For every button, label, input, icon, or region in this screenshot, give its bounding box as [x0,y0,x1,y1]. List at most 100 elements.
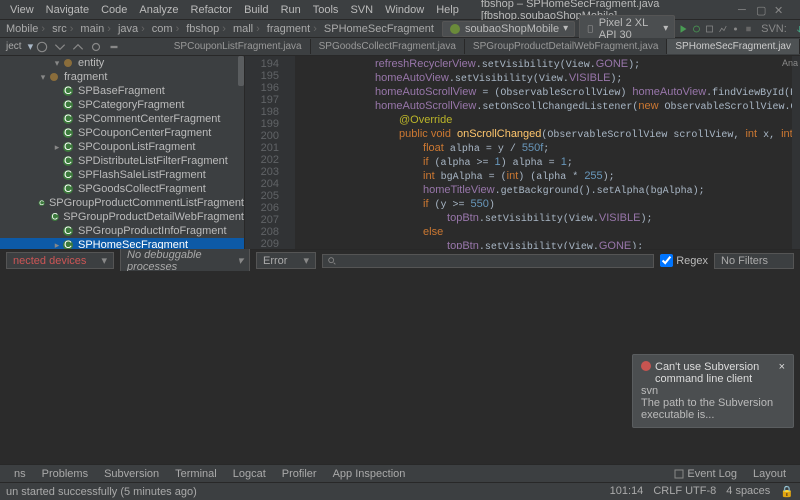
menu-window[interactable]: Window [379,4,430,16]
tree-node[interactable]: CSPCategoryFragment [0,98,244,112]
class-icon: C [62,183,74,195]
coverage-icon[interactable] [705,23,714,35]
project-tool-label[interactable]: ject [0,41,28,52]
svg-text:C: C [64,85,72,97]
attach-icon[interactable] [731,23,740,35]
editor-tab[interactable]: SPGroupProductDetailWebFragment.java [465,39,667,54]
notification-toast[interactable]: Can't use Subversion command line client… [632,354,794,428]
filter-select[interactable]: No Filters [714,253,794,269]
tree-node[interactable]: CSPGroupProductInfoFragment [0,224,244,238]
tool-tab-logcat[interactable]: Logcat [225,468,274,480]
chevron-icon[interactable]: ▾ [52,58,62,69]
tool-tab-ns[interactable]: ns [6,468,34,480]
breadcrumb-item[interactable]: java [116,23,150,35]
menu-navigate[interactable]: Navigate [40,4,95,16]
hide-icon[interactable] [107,40,121,54]
tree-node[interactable]: CSPCouponCenterFragment [0,126,244,140]
menu-svn[interactable]: SVN [344,4,379,16]
chevron-icon[interactable]: ▾ [38,72,48,83]
tree-node[interactable]: ▸CSPHomeSecFragment [0,238,244,249]
gear-icon[interactable] [89,40,103,54]
tree-node[interactable]: ▾entity [0,56,244,70]
run-icon[interactable] [679,23,688,35]
debug-icon[interactable] [692,23,701,35]
tree-node[interactable]: CSPFlashSaleListFragment [0,168,244,182]
menu-tools[interactable]: Tools [307,4,345,16]
menu-view[interactable]: View [4,4,40,16]
breadcrumb-item[interactable]: main [78,23,116,35]
tree-node[interactable]: CSPGroupProductDetailWebFragment [0,210,244,224]
logcat-console[interactable]: Can't use Subversion command line client… [0,271,800,464]
tree-scrollbar[interactable] [238,56,244,86]
tree-node[interactable]: CSPDistributeListFilterFragment [0,154,244,168]
select-open-icon[interactable] [35,40,49,54]
breadcrumb-item[interactable]: com [150,23,184,35]
indent-indicator[interactable]: 4 spaces [726,485,770,498]
tree-node[interactable]: CSPCommentCenterFragment [0,112,244,126]
error-stripe[interactable] [792,56,800,249]
tree-node[interactable]: ▸C SPCouponListFragment [0,140,244,154]
regex-checkbox[interactable]: Regex [660,254,708,267]
breadcrumb-item[interactable]: Mobile [4,23,50,35]
menu-build[interactable]: Build [238,4,274,16]
bottom-tool-tabs: nsProblemsSubversionTerminalLogcatProfil… [0,464,800,482]
code-area[interactable]: refreshRecyclerView.setVisibility(View.G… [295,56,792,249]
tree-node[interactable]: CSPGroupProductCommentListFragment [0,196,244,210]
logcat-search[interactable] [322,254,654,268]
toolbar-row: ject▾ SPCouponListFragment.javaSPGoodsCo… [0,38,800,56]
tree-label: SPBaseFragment [78,85,165,97]
class-icon: C [62,155,74,167]
menu-refactor[interactable]: Refactor [185,4,239,16]
tool-tab-subversion[interactable]: Subversion [96,468,167,480]
menu-run[interactable]: Run [275,4,307,16]
collapse-icon[interactable] [71,40,85,54]
tree-node[interactable]: C SPGoodsCollectFragment [0,182,244,196]
code-editor[interactable]: 1941951961971981992002012022032042052062… [245,56,800,249]
breadcrumb-item[interactable]: SPHomeSecFragment [322,23,442,35]
device-label: Pixel 2 XL API 30 [599,17,659,41]
svg-text:C: C [64,141,72,153]
fold-column[interactable] [285,56,295,249]
toast-body: The path to the Subversion executable is… [641,397,785,421]
tree-label: SPCouponListFragment [78,141,195,153]
menu-code[interactable]: Code [95,4,133,16]
tree-label: SPGoodsCollectFragment [78,183,206,195]
run-config-dropdown[interactable]: soubaoShopMobile ▾ [442,21,575,37]
editor-tab[interactable]: SPGoodsCollectFragment.java [311,39,465,54]
tool-tab-app-inspection[interactable]: App Inspection [325,468,414,480]
analysis-indicator[interactable]: Ana [782,58,798,68]
phone-icon [586,23,595,35]
layout-inspector-tab[interactable]: Layout [745,468,794,480]
level-select[interactable]: Error▾ [256,252,316,269]
toast-close-icon[interactable]: × [779,361,785,385]
svn-label: SVN: [761,23,787,35]
svn-update-icon[interactable] [795,23,800,35]
cursor-position[interactable]: 101:14 [610,485,644,498]
tool-tab-profiler[interactable]: Profiler [274,468,325,480]
chevron-icon[interactable]: ▸ [52,142,62,153]
project-tree[interactable]: ▾entity▾fragmentCSPBaseFragmentCSPCatego… [0,56,245,249]
stop-icon[interactable] [744,23,753,35]
chevron-icon[interactable]: ▸ [52,240,62,250]
profile-icon[interactable] [718,23,727,35]
breadcrumb-item[interactable]: fragment [265,23,322,35]
encoding-indicator[interactable]: CRLF UTF-8 [653,485,716,498]
breadcrumb-item[interactable]: fbshop [184,23,231,35]
event-log-tab[interactable]: Event Log [666,468,745,480]
editor-tab[interactable]: SPHomeSecFragment.jav [667,39,800,54]
tool-tab-terminal[interactable]: Terminal [167,468,225,480]
tree-node[interactable]: C SPBaseFragment [0,84,244,98]
expand-icon[interactable] [53,40,67,54]
breadcrumb-item[interactable]: src [50,23,78,35]
tree-label: SPGroupProductCommentListFragment [49,197,244,209]
class-icon: C [62,85,74,97]
class-icon: C [62,169,74,181]
logcat-toolbar: nected devices▾ No debuggable processes▾… [0,249,800,271]
tree-node[interactable]: ▾fragment [0,70,244,84]
menu-analyze[interactable]: Analyze [133,4,184,16]
device-select[interactable]: nected devices▾ [6,252,114,269]
readonly-icon[interactable]: 🔒 [780,485,794,498]
breadcrumb-item[interactable]: mall [231,23,265,35]
editor-tab[interactable]: SPCouponListFragment.java [166,39,311,54]
tool-tab-problems[interactable]: Problems [34,468,96,480]
